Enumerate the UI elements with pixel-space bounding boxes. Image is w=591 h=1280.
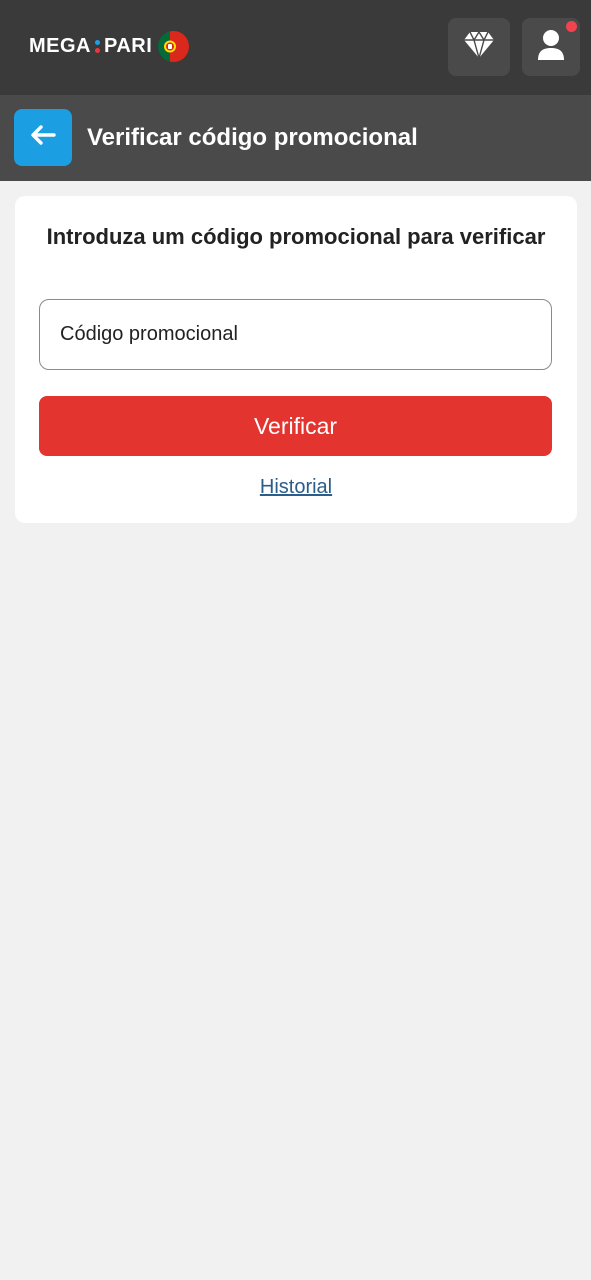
logo-dot-blue — [95, 39, 100, 45]
promo-instructions-heading: Introduza um código promocional para ver… — [46, 224, 546, 249]
back-button[interactable] — [14, 109, 72, 166]
notification-dot — [566, 21, 577, 32]
account-button[interactable] — [522, 18, 580, 76]
logo-text-mega: MEGA — [29, 34, 91, 57]
top-header: MEGA PARI — [0, 0, 591, 95]
logo-separator-dots — [95, 39, 100, 53]
page-header: Verificar código promocional — [0, 95, 591, 181]
user-icon — [537, 29, 565, 66]
arrow-left-icon — [30, 125, 56, 150]
portugal-flag-icon — [158, 30, 190, 62]
verify-button[interactable]: Verificar — [39, 396, 552, 456]
logo-text-pari: PARI — [104, 34, 153, 57]
logo-dot-red — [95, 47, 100, 53]
diamond-icon — [463, 30, 495, 64]
history-link[interactable]: Historial — [40, 474, 552, 500]
megapari-logo[interactable]: MEGA PARI — [29, 30, 190, 62]
rewards-button[interactable] — [448, 18, 510, 76]
promo-code-input[interactable] — [39, 299, 552, 370]
page-title: Verificar código promocional — [87, 124, 418, 151]
